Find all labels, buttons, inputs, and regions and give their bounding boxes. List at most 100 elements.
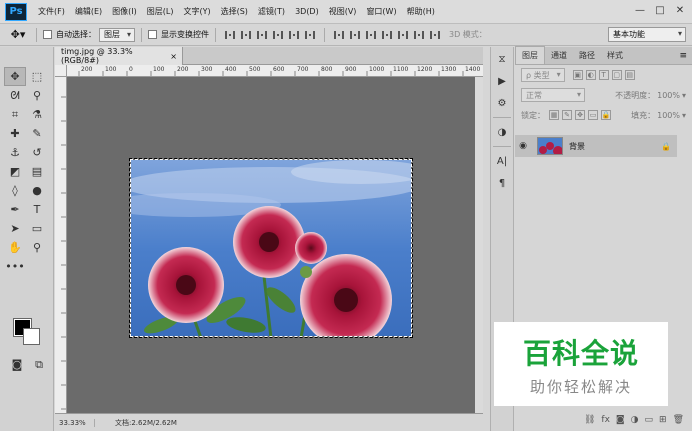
filter-smart-object-icon[interactable]: ▤ bbox=[624, 70, 635, 80]
pen-tool-icon[interactable]: ✒ bbox=[4, 200, 26, 219]
panel-menu-icon[interactable]: ≡ bbox=[674, 48, 692, 64]
menu-window[interactable]: 窗口(W) bbox=[361, 6, 401, 17]
new-group-icon[interactable]: ▭ bbox=[645, 415, 654, 425]
dodge-tool-icon[interactable]: ● bbox=[26, 181, 48, 200]
filter-shape-icon[interactable]: ▢ bbox=[611, 70, 622, 80]
screen-mode-icon[interactable]: ⧉ bbox=[28, 355, 50, 374]
shape-tool-icon[interactable]: ▭ bbox=[26, 219, 48, 238]
horizontal-ruler[interactable]: 200 100 0 100 200 300 400 500 600 700 80… bbox=[67, 65, 483, 77]
auto-select-dropdown[interactable]: 图层 bbox=[99, 27, 135, 42]
magic-wand-icon[interactable]: ⚲ bbox=[26, 86, 48, 105]
menu-help[interactable]: 帮助(H) bbox=[402, 6, 440, 17]
ruler-origin[interactable] bbox=[55, 65, 67, 77]
edit-toolbar-icon[interactable]: ••• bbox=[4, 257, 26, 276]
align-hcenter-icon[interactable] bbox=[286, 28, 302, 42]
gradient-tool-icon[interactable]: ▤ bbox=[26, 162, 48, 181]
align-right-icon[interactable] bbox=[302, 28, 318, 42]
adjustment-layer-icon[interactable]: ◑ bbox=[631, 415, 639, 425]
history-brush-icon[interactable]: ↺ bbox=[26, 143, 48, 162]
clone-stamp-icon[interactable]: ⚓ bbox=[4, 143, 26, 162]
tab-styles[interactable]: 样式 bbox=[601, 47, 629, 64]
minimize-button[interactable]: — bbox=[630, 2, 650, 18]
show-transform-checkbox[interactable] bbox=[148, 30, 157, 39]
align-vcenter-icon[interactable] bbox=[238, 28, 254, 42]
menu-image[interactable]: 图像(I) bbox=[107, 6, 142, 17]
lock-position-icon[interactable]: ✥ bbox=[575, 110, 585, 120]
marquee-tool-icon[interactable]: ⬚ bbox=[26, 67, 48, 86]
visibility-eye-icon[interactable]: ◉ bbox=[515, 141, 531, 151]
move-tool-icon[interactable]: ✥ bbox=[4, 67, 26, 86]
crop-tool-icon[interactable]: ⌗ bbox=[4, 105, 26, 124]
path-selection-icon[interactable]: ➤ bbox=[4, 219, 26, 238]
brush-tool-icon[interactable]: ✎ bbox=[26, 124, 48, 143]
properties-panel-icon[interactable]: ⚙ bbox=[491, 93, 513, 113]
maximize-button[interactable]: □ bbox=[650, 2, 670, 18]
vertical-ruler[interactable] bbox=[55, 77, 67, 413]
type-tool-icon[interactable]: T bbox=[26, 200, 48, 219]
lock-artboard-icon[interactable]: ▭ bbox=[588, 110, 598, 120]
fill-chevron-icon[interactable]: ▾ bbox=[682, 111, 686, 120]
menu-filter[interactable]: 滤镜(T) bbox=[253, 6, 290, 17]
history-panel-icon[interactable]: ⧖ bbox=[491, 49, 513, 69]
auto-select-checkbox[interactable] bbox=[43, 30, 52, 39]
lock-all-icon[interactable]: 🔒 bbox=[601, 110, 611, 120]
new-layer-icon[interactable]: ⊞ bbox=[659, 415, 667, 425]
opacity-value[interactable]: 100% bbox=[657, 91, 680, 100]
tab-paths[interactable]: 路径 bbox=[573, 47, 601, 64]
fill-value[interactable]: 100% bbox=[657, 111, 680, 120]
menu-edit[interactable]: 编辑(E) bbox=[70, 6, 107, 17]
delete-layer-icon[interactable]: 🗑 bbox=[673, 415, 684, 425]
zoom-level[interactable]: 33.33% bbox=[55, 418, 95, 427]
filter-adjustment-icon[interactable]: ◐ bbox=[585, 70, 596, 80]
eyedropper-icon[interactable]: ⚗ bbox=[26, 105, 48, 124]
blend-mode-dropdown[interactable]: 正常 bbox=[521, 88, 585, 102]
distribute-bottom-icon[interactable] bbox=[363, 28, 379, 42]
menu-file[interactable]: 文件(F) bbox=[33, 6, 70, 17]
lock-pixels-icon[interactable]: ✎ bbox=[562, 110, 572, 120]
hand-tool-icon[interactable]: ✋ bbox=[4, 238, 26, 257]
layer-style-icon[interactable]: fx bbox=[601, 415, 610, 425]
distribute-vcenter-icon[interactable] bbox=[347, 28, 363, 42]
menu-select[interactable]: 选择(S) bbox=[216, 6, 253, 17]
close-tab-icon[interactable]: × bbox=[170, 52, 177, 61]
blur-tool-icon[interactable]: ◊ bbox=[4, 181, 26, 200]
link-layers-icon[interactable]: ⛓ bbox=[584, 415, 595, 425]
paragraph-panel-icon[interactable]: ¶ bbox=[491, 173, 513, 193]
layer-row-background[interactable]: ◉ 背景 🔒 bbox=[515, 135, 677, 157]
add-mask-icon[interactable]: ◙ bbox=[616, 415, 625, 425]
filter-type-icon[interactable]: T bbox=[598, 70, 609, 80]
workspace-dropdown[interactable]: 基本功能 bbox=[608, 27, 686, 42]
character-panel-icon[interactable]: A| bbox=[491, 151, 513, 171]
document-info[interactable]: 文档:2.62M/2.62M bbox=[95, 418, 177, 428]
healing-brush-icon[interactable]: ✚ bbox=[4, 124, 26, 143]
quick-mask-icon[interactable]: ◙ bbox=[6, 355, 28, 374]
menu-3d[interactable]: 3D(D) bbox=[290, 7, 324, 16]
tab-channels[interactable]: 通道 bbox=[545, 47, 573, 64]
opacity-chevron-icon[interactable]: ▾ bbox=[682, 91, 686, 100]
eraser-tool-icon[interactable]: ◩ bbox=[4, 162, 26, 181]
distribute-right-icon[interactable] bbox=[411, 28, 427, 42]
kind-filter-dropdown[interactable]: ρ 类型 bbox=[521, 68, 565, 82]
menu-view[interactable]: 视图(V) bbox=[324, 6, 362, 17]
lasso-tool-icon[interactable]: ᘛ bbox=[4, 86, 26, 105]
zoom-tool-icon[interactable]: ⚲ bbox=[26, 238, 48, 257]
menu-layer[interactable]: 图层(L) bbox=[142, 6, 179, 17]
filter-pixel-icon[interactable]: ▣ bbox=[572, 70, 583, 80]
distribute-left-icon[interactable] bbox=[379, 28, 395, 42]
close-button[interactable]: ✕ bbox=[670, 2, 690, 18]
document-image[interactable] bbox=[129, 158, 413, 338]
adjustments-panel-icon[interactable]: ◑ bbox=[491, 122, 513, 142]
lock-transparent-icon[interactable]: ▦ bbox=[549, 110, 559, 120]
distribute-top-icon[interactable] bbox=[331, 28, 347, 42]
vertical-scrollbar[interactable] bbox=[475, 77, 483, 413]
background-color[interactable] bbox=[23, 328, 40, 345]
align-top-icon[interactable] bbox=[222, 28, 238, 42]
tab-layers[interactable]: 图层 bbox=[515, 46, 545, 64]
align-bottom-icon[interactable] bbox=[254, 28, 270, 42]
layer-name[interactable]: 背景 bbox=[569, 141, 585, 152]
document-tab[interactable]: timg.jpg @ 33.3%(RGB/8#) × bbox=[55, 47, 183, 65]
distribute-hcenter-icon[interactable] bbox=[395, 28, 411, 42]
auto-align-icon[interactable] bbox=[427, 28, 443, 42]
actions-play-icon[interactable]: ▶ bbox=[491, 71, 513, 91]
move-tool-preset-icon[interactable]: ✥▾ bbox=[6, 26, 30, 44]
